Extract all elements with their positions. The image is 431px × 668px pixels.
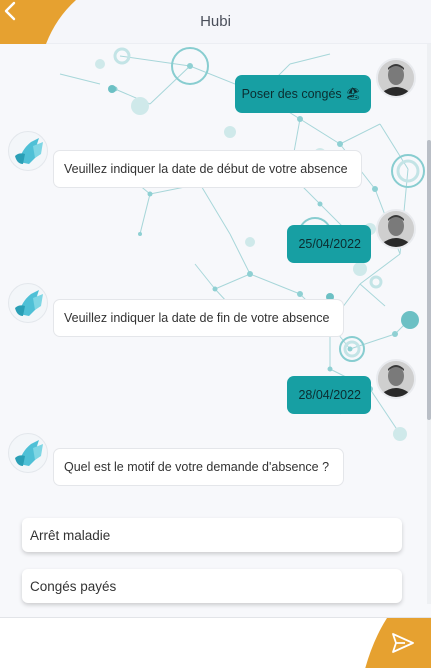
bot-avatar (8, 433, 48, 473)
user-avatar (376, 209, 416, 249)
header: Hubi (0, 0, 431, 44)
user-avatar-photo (378, 60, 414, 96)
bot-message-bubble: Quel est le motif de votre demande d'abs… (53, 448, 344, 486)
message-text: 28/04/2022 (298, 388, 361, 402)
page-title: Hubi (200, 13, 231, 30)
user-avatar (376, 58, 416, 98)
user-message-bubble: 28/04/2022 (287, 376, 371, 414)
choice-label: Arrêt maladie (30, 527, 111, 543)
user-avatar (376, 359, 416, 399)
choice-label: Congés payés (30, 578, 117, 594)
user-message-bubble: 25/04/2022 (287, 225, 371, 263)
scrollbar-thumb[interactable] (427, 140, 431, 420)
message-text: Veuillez indiquer la date de début de vo… (64, 162, 348, 176)
user-message-bubble: Poser des congés 🏖 (235, 75, 371, 113)
user-avatar-photo (378, 361, 414, 397)
hubi-logo-icon (15, 440, 43, 466)
message-text: Poser des congés 🏖 (241, 86, 361, 101)
bot-avatar (8, 283, 48, 323)
choice-button-arret-maladie[interactable]: Arrêt maladie (22, 518, 402, 552)
message-text: Quel est le motif de votre demande d'abs… (64, 460, 330, 474)
chat-window: Hubi Poser des congés 🏖 Veuillez indique… (0, 0, 431, 668)
message-text: 25/04/2022 (298, 237, 361, 251)
message-input[interactable] (0, 618, 360, 668)
send-icon[interactable] (391, 632, 415, 654)
bot-message-bubble: Veuillez indiquer la date de début de vo… (53, 150, 362, 188)
bot-avatar (8, 131, 48, 171)
choice-button-conges-payes[interactable]: Congés payés (22, 569, 402, 603)
composer (0, 617, 431, 668)
hubi-logo-icon (15, 290, 43, 316)
message-text: Veuillez indiquer la date de fin de votr… (64, 311, 330, 325)
bot-message-bubble: Veuillez indiquer la date de fin de votr… (53, 299, 344, 337)
send-button[interactable] (365, 618, 431, 668)
hubi-logo-icon (15, 138, 43, 164)
user-avatar-photo (378, 211, 414, 247)
